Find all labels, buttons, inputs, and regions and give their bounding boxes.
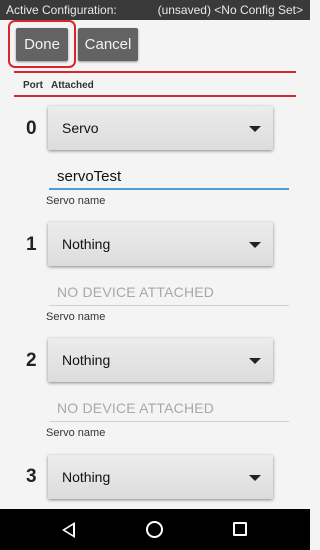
servo-name-hint: Servo name xyxy=(46,427,106,439)
device-type-spinner-port-2[interactable]: Nothing xyxy=(48,338,273,382)
servo-name-hint: Servo name xyxy=(46,311,106,323)
servo-name-hint: Servo name xyxy=(46,195,106,207)
device-type-value: Nothing xyxy=(62,236,111,252)
servo-name-value: servoTest xyxy=(57,168,122,185)
port-number: 2 xyxy=(26,350,37,371)
device-type-spinner-port-3[interactable]: Nothing xyxy=(48,455,273,499)
field-underline xyxy=(49,305,289,306)
cancel-button[interactable]: Cancel xyxy=(78,28,138,61)
table-header: Port Attached xyxy=(0,73,310,95)
servo-name-field-port-1: NO DEVICE ATTACHED xyxy=(49,280,289,306)
servo-name-field-port-0[interactable]: servoTest xyxy=(49,164,289,190)
device-type-spinner-port-1[interactable]: Nothing xyxy=(48,222,273,266)
dropdown-arrow-icon xyxy=(249,126,261,132)
home-icon[interactable] xyxy=(146,521,163,538)
dropdown-arrow-icon xyxy=(249,358,261,364)
config-name-label: (unsaved) <No Config Set> xyxy=(157,3,303,17)
done-highlight-outline xyxy=(8,20,76,68)
header-bottom-divider xyxy=(14,95,296,97)
device-type-value: Servo xyxy=(62,120,99,136)
port-number: 1 xyxy=(26,234,37,255)
dropdown-arrow-icon xyxy=(249,475,261,481)
header-port-label: Port xyxy=(23,80,43,91)
device-type-value: Nothing xyxy=(62,352,111,368)
navigation-bar xyxy=(0,509,310,550)
dropdown-arrow-icon xyxy=(249,242,261,248)
servo-name-value: NO DEVICE ATTACHED xyxy=(57,400,215,416)
field-underline xyxy=(49,421,289,422)
device-type-spinner-port-0[interactable]: Servo xyxy=(48,106,273,150)
port-number: 3 xyxy=(26,466,37,487)
servo-name-field-port-2: NO DEVICE ATTACHED xyxy=(49,396,289,422)
servo-name-value: NO DEVICE ATTACHED xyxy=(57,284,215,300)
device-type-value: Nothing xyxy=(62,469,111,485)
port-number: 0 xyxy=(26,118,37,139)
field-underline xyxy=(49,188,289,190)
header-attached-label: Attached xyxy=(51,80,94,91)
status-bar: Active Configuration: (unsaved) <No Conf… xyxy=(0,0,310,20)
recents-icon[interactable] xyxy=(233,522,247,536)
active-configuration-label: Active Configuration: xyxy=(6,3,117,17)
